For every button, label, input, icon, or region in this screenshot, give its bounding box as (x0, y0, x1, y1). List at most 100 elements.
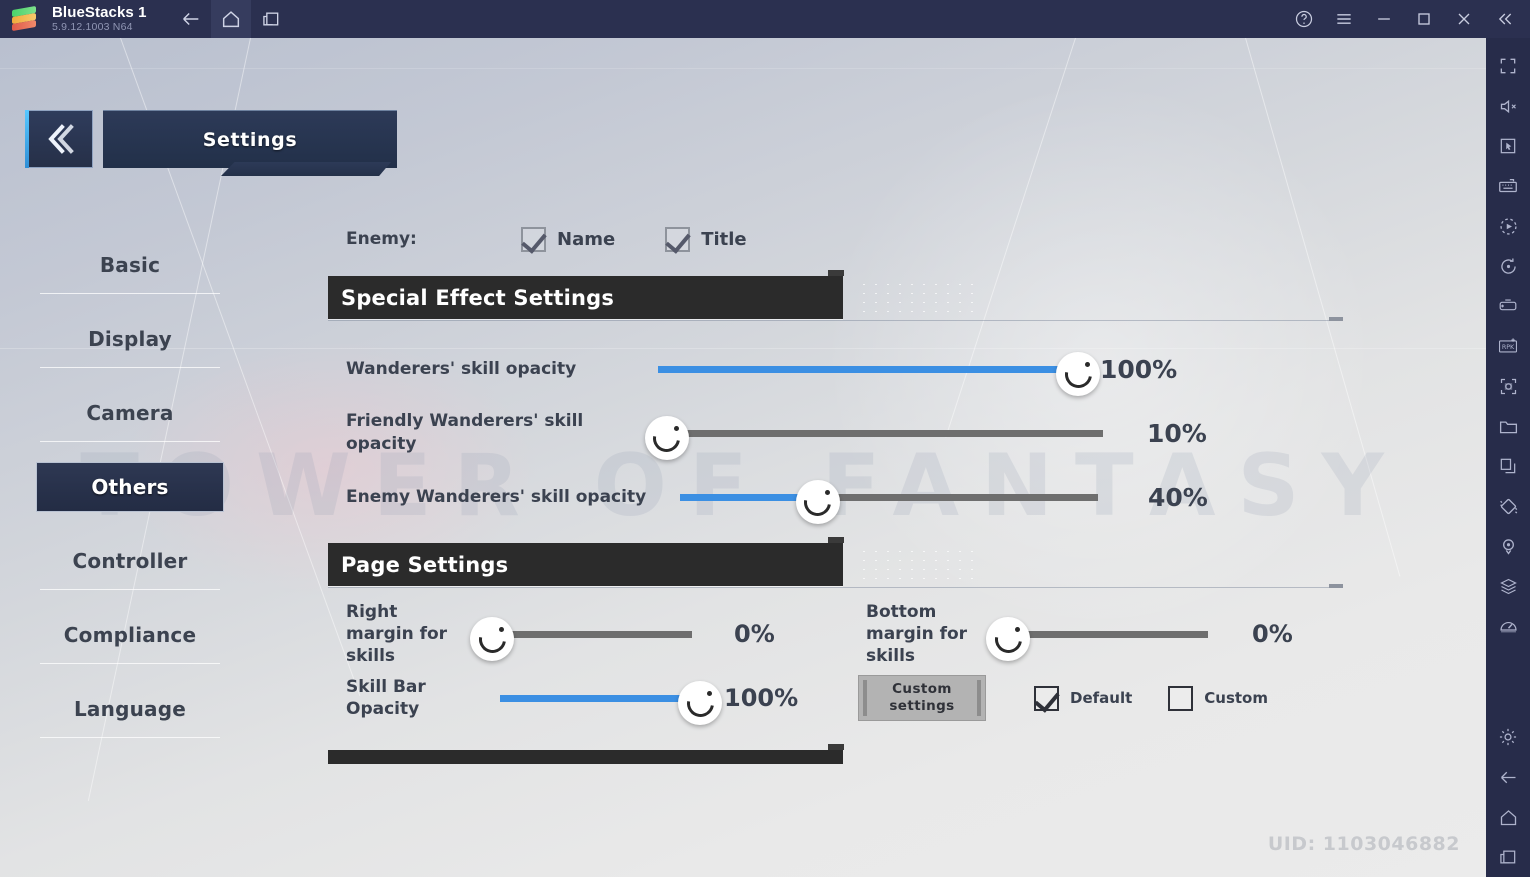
settings-content: Enemy: Name Title Special Effect Setting… (328, 218, 1368, 764)
checkbox-default[interactable]: Default (1034, 685, 1132, 711)
close-icon[interactable] (1444, 0, 1484, 38)
section-header-special-effect: Special Effect Settings (328, 270, 1343, 321)
android-back-icon[interactable] (1488, 757, 1528, 797)
sidebar-item-label: Language (73, 697, 186, 721)
slider-right-margin-for-skills[interactable] (470, 614, 692, 661)
slider-label: Bottom margin for skills (866, 601, 968, 667)
fullscreen-icon[interactable] (1488, 46, 1528, 86)
collapse-icon[interactable] (1484, 0, 1524, 38)
slider-label: Friendly Wanderers' skill opacity (346, 411, 584, 454)
slider-label: Enemy Wanderers' skill opacity (346, 486, 647, 507)
page-settings-right-column: Bottom margin for skills 0% Custom setti… (848, 598, 1368, 726)
uid-label: UID: 1103046882 (1267, 833, 1460, 855)
sidebar-item-language[interactable]: Language (36, 672, 224, 746)
home-icon[interactable] (210, 0, 251, 38)
slider-handle[interactable] (644, 416, 689, 460)
android-recents-icon[interactable] (1488, 837, 1528, 877)
maximize-icon[interactable] (1404, 0, 1444, 38)
slider-enemy-wanderers-skill-opacity[interactable] (680, 477, 1098, 524)
slider-skill-bar-opacity[interactable] (500, 678, 722, 725)
checkbox-label: Title (701, 228, 747, 250)
sidebar-item-label: Camera (86, 401, 174, 425)
page-settings-left-column: Right margin for skills 0% Skill Bar Opa… (328, 598, 848, 726)
checkbox-custom[interactable]: Custom (1168, 685, 1268, 711)
rpk-icon[interactable]: RPK (1488, 326, 1528, 366)
minimize-icon[interactable] (1364, 0, 1404, 38)
custom-settings-button[interactable]: Custom settings (858, 675, 986, 721)
macro-play-icon[interactable] (1488, 206, 1528, 246)
slider-handle[interactable] (795, 480, 840, 524)
enemy-display-row: Enemy: Name Title (346, 218, 1368, 260)
slider-wanderers-skill-opacity[interactable] (658, 349, 1100, 396)
sidebar-item-label: Others (91, 475, 169, 499)
slider-row-enemy-wanderers-skill-opacity: Enemy Wanderers' skill opacity 40% (328, 465, 1368, 529)
eco-mode-icon[interactable] (1488, 606, 1528, 646)
checkbox-icon (1034, 685, 1059, 711)
mute-volume-icon[interactable] (1488, 86, 1528, 126)
checkbox-enemy-name[interactable]: Name (521, 226, 615, 252)
cursor-icon[interactable] (1488, 126, 1528, 166)
slider-track (1008, 631, 1208, 638)
slider-value: 0% (1252, 620, 1293, 648)
checkbox-icon (665, 226, 691, 252)
slider-row-wanderers-skill-opacity: Wanderers' skill opacity 100% (328, 337, 1368, 401)
slider-value: 10% (1147, 418, 1207, 448)
slider-label: Right margin for skills (346, 601, 448, 667)
section-header-page-settings: Page Settings (328, 537, 1343, 588)
android-home-icon[interactable] (1488, 797, 1528, 837)
page-settings-mode-row: Custom settings Default Custom (848, 670, 1368, 726)
sidebar-item-others[interactable]: Others (36, 462, 224, 512)
settings-left-nav: Basic Display Camera Others Controller C… (36, 228, 224, 746)
sidebar-item-label: Basic (99, 253, 161, 277)
custom-settings-button-label: Custom settings (889, 681, 955, 714)
slider-bottom-margin-for-skills[interactable] (986, 614, 1208, 661)
location-icon[interactable] (1488, 526, 1528, 566)
sidebar-item-basic[interactable]: Basic (36, 228, 224, 302)
back-button[interactable] (25, 110, 93, 168)
slider-handle[interactable] (986, 617, 1030, 661)
multi-instance-icon[interactable] (1488, 566, 1528, 606)
help-icon[interactable] (1284, 0, 1324, 38)
bluestacks-sidebar: RPK (1486, 38, 1530, 877)
back-icon[interactable] (171, 0, 211, 38)
settings-gear-icon[interactable] (1488, 717, 1528, 757)
slider-handle[interactable] (470, 617, 514, 661)
slider-friendly-wanderers-skill-opacity[interactable] (644, 413, 1103, 460)
rotate-icon[interactable] (1488, 246, 1528, 286)
sidebar-item-controller[interactable]: Controller (36, 524, 224, 598)
app-version: 5.9.12.1003 N64 (52, 21, 133, 34)
sidebar-item-compliance[interactable]: Compliance (36, 598, 224, 672)
sidebar-item-camera[interactable]: Camera (36, 376, 224, 450)
recents-icon[interactable] (251, 0, 291, 38)
sidebar-item-label: Compliance (63, 623, 197, 647)
menu-icon[interactable] (1324, 0, 1364, 38)
keyboard-icon[interactable] (1488, 166, 1528, 206)
screenshot-icon[interactable] (1488, 366, 1528, 406)
checkbox-enemy-title[interactable]: Title (665, 226, 747, 252)
enemy-label: Enemy: (346, 229, 417, 249)
slider-track (492, 631, 692, 638)
decorative-dots (858, 547, 978, 585)
special-effect-slider-list: Wanderers' skill opacity 100% Friendly W… (328, 337, 1368, 529)
gamepad-icon[interactable] (1488, 286, 1528, 326)
shake-icon[interactable] (1488, 486, 1528, 526)
folder-icon[interactable] (1488, 406, 1528, 446)
window-controls (1284, 0, 1530, 38)
sidebar-item-label: Controller (72, 549, 188, 573)
slider-track (658, 430, 1103, 437)
bluestacks-window: BlueStacks 1 5.9.12.1003 N64 TOWER OF FA… (0, 0, 1530, 877)
slider-value: 100% (724, 684, 799, 712)
game-viewport: TOWER OF FANTASY Settings Basic Display … (0, 38, 1486, 877)
slider-label: Wanderers' skill opacity (346, 358, 577, 379)
slider-handle[interactable] (678, 681, 722, 725)
slider-handle[interactable] (1056, 352, 1100, 396)
slider-row-friendly-wanderers-skill-opacity: Friendly Wanderers' skill opacity 10% (328, 401, 1368, 465)
checkbox-label: Custom (1204, 689, 1268, 707)
sidebar-item-display[interactable]: Display (36, 302, 224, 376)
bluestacks-logo-icon (10, 4, 40, 34)
section-footer-bar (328, 744, 844, 764)
chevron-left-icon (48, 124, 74, 154)
copy-icon[interactable] (1488, 446, 1528, 486)
section-divider (328, 317, 1343, 321)
section-divider (328, 584, 1343, 588)
